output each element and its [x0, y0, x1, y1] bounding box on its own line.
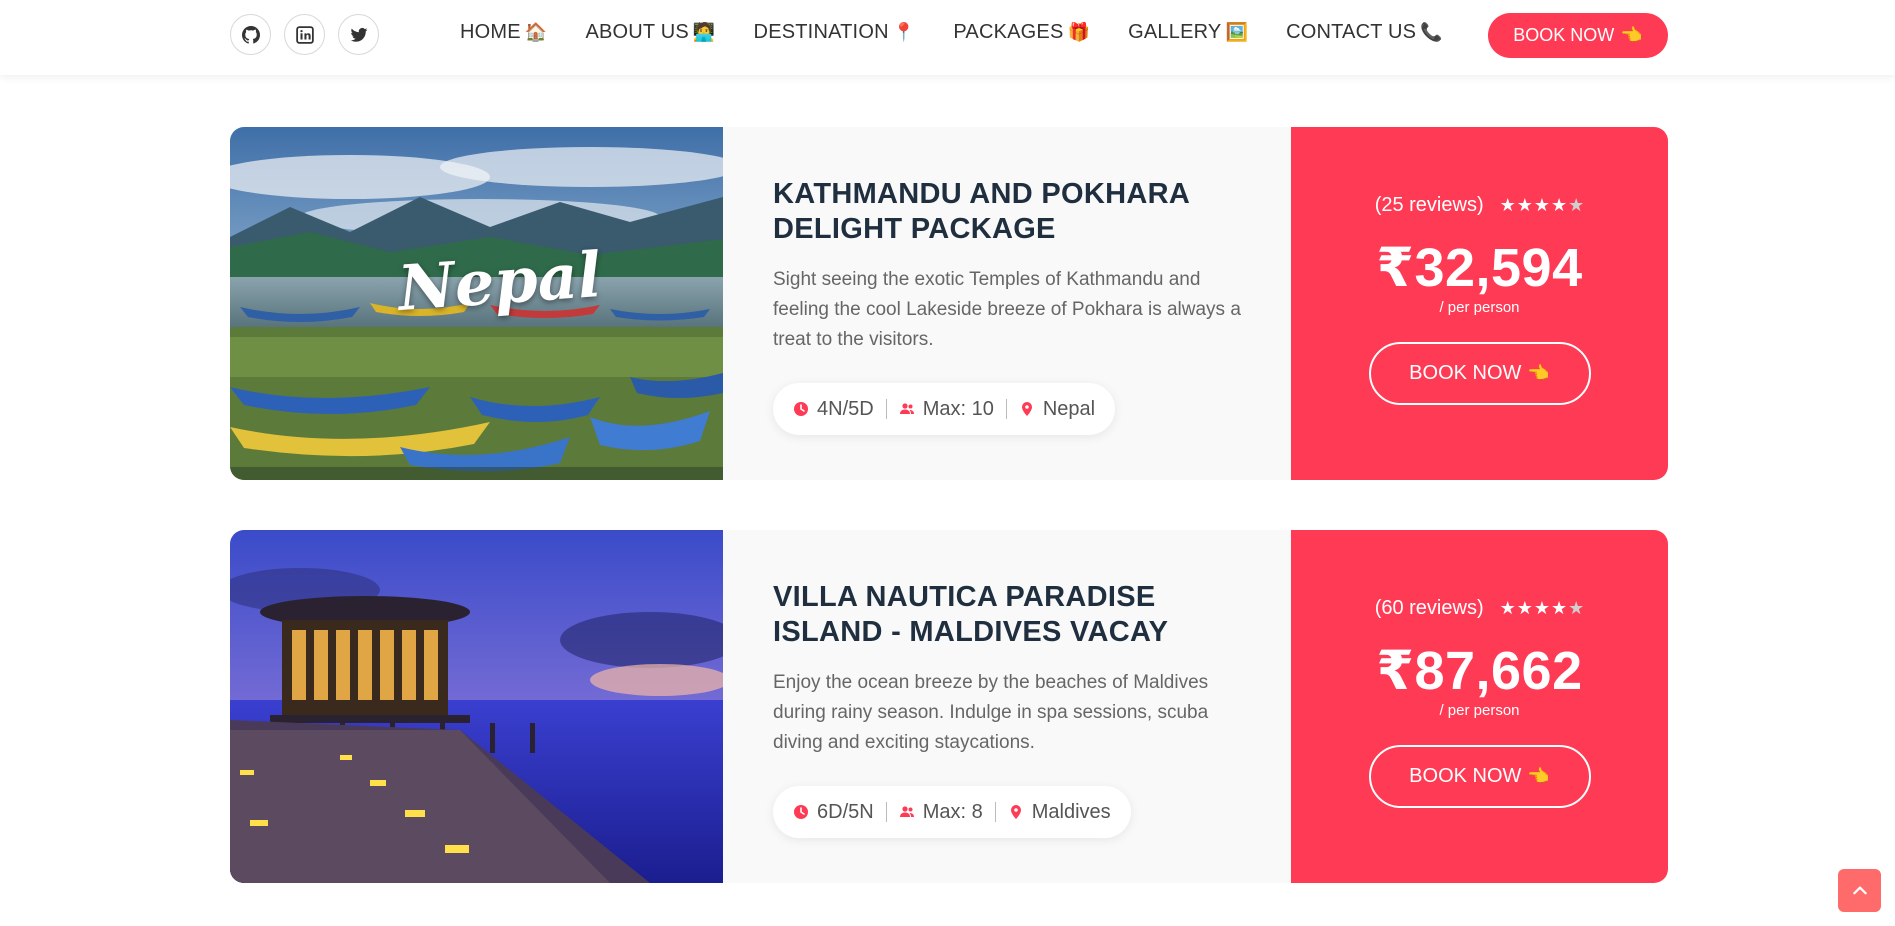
max-value: Max: 10 [922, 397, 994, 420]
map-pin-icon [1010, 805, 1021, 819]
nav-destination[interactable]: DESTINATION 📍 [754, 21, 916, 44]
technologist-icon: 🧑‍💻 [692, 22, 716, 43]
star-empty-icon: ★ [1568, 598, 1585, 619]
nav-home[interactable]: HOME 🏠 [460, 21, 547, 44]
star-icon: ★ [1551, 598, 1568, 619]
star-icon: ★ [1533, 195, 1551, 216]
users-icon [899, 806, 914, 817]
pointing-hand-icon: 👈 [1527, 363, 1550, 384]
package-details: VILLA NAUTICA PARADISE ISLAND - MALDIVES… [723, 530, 1291, 883]
book-now-label: BOOK NOW [1513, 25, 1615, 45]
pointing-hand-icon: 👈 [1527, 766, 1550, 787]
clock-icon [794, 805, 808, 819]
book-now-label: BOOK NOW [1409, 362, 1522, 384]
max-people: Max: 10 [899, 398, 994, 421]
star-icon: ★ [1516, 598, 1533, 619]
package-book-now-button[interactable]: BOOK NOW 👈 [1368, 342, 1591, 405]
package-card: VILLA NAUTICA PARADISE ISLAND - MALDIVES… [230, 530, 1668, 883]
nav-packages[interactable]: PACKAGES 🎁 [953, 21, 1090, 44]
nav-menu: HOME 🏠 ABOUT US 🧑‍💻 DESTINATION 📍 PACKAGES 🎁… [460, 21, 1443, 44]
book-now-button[interactable]: BOOK NOW 👈 [1488, 13, 1668, 58]
star-icon: ★ [1533, 598, 1551, 619]
star-icon: ★ [1499, 195, 1516, 216]
package-meta: 4N/5D Max: 10 Nepal [773, 383, 1116, 435]
max-people: Max: 8 [899, 801, 983, 824]
nav-label: HOME [460, 21, 521, 43]
reviews-count: (25 reviews) [1374, 194, 1484, 216]
package-title: KATHMANDU AND POKHARA DELIGHT PACKAGE [773, 178, 1190, 245]
package-pricing: (60 reviews) ★ ★ ★ ★ ★ ₹87,662 / per per… [1291, 530, 1668, 883]
star-icon: ★ [1551, 195, 1568, 216]
star-empty-icon: ★ [1568, 195, 1585, 216]
package-meta: 6D/5N Max: 8 Maldives [773, 786, 1131, 838]
divider [885, 802, 887, 822]
gift-icon: 🎁 [1067, 22, 1091, 43]
star-rating: ★ ★ ★ ★ ★ [1500, 195, 1585, 216]
divider [1005, 399, 1007, 419]
duration: 4N/5D [793, 398, 874, 421]
package-description: Enjoy the ocean breeze by the beaches of… [773, 672, 1209, 753]
github-icon [241, 25, 260, 44]
duration: 6D/5N [793, 801, 874, 824]
star-icon: ★ [1516, 195, 1533, 216]
package-title: VILLA NAUTICA PARADISE ISLAND - MALDIVES… [773, 581, 1169, 648]
twitter-icon [350, 27, 367, 42]
divider [994, 802, 996, 822]
scroll-to-top-button[interactable] [1838, 869, 1881, 912]
divider [885, 399, 887, 419]
twitter-link[interactable] [338, 14, 379, 55]
duration-value: 4N/5D [817, 397, 874, 420]
max-value: Max: 8 [922, 800, 983, 823]
picture-icon: 🖼️ [1225, 22, 1249, 43]
package-details: KATHMANDU AND POKHARA DELIGHT PACKAGE Si… [723, 127, 1291, 480]
location-value: Maldives [1031, 800, 1111, 823]
package-price: ₹32,594 [1376, 238, 1583, 298]
reviews-count: (60 reviews) [1374, 597, 1484, 619]
nav-label: CONTACT US [1286, 21, 1417, 43]
star-icon: ★ [1499, 598, 1516, 619]
star-rating: ★ ★ ★ ★ ★ [1500, 598, 1585, 619]
price-unit: / per person [1439, 702, 1520, 719]
package-description: Sight seeing the exotic Temples of Kathm… [773, 269, 1241, 350]
maldives-villa-image [230, 530, 723, 883]
users-icon [899, 403, 914, 414]
nav-label: DESTINATION [753, 21, 889, 43]
pointing-hand-icon: 👈 [1620, 25, 1643, 46]
nav-label: GALLERY [1128, 21, 1222, 43]
github-link[interactable] [230, 14, 271, 55]
package-image-maldives [230, 530, 723, 883]
package-card: Nepal KATHMANDU AND POKHARA DELIGHT PACK… [230, 127, 1668, 480]
nepal-overlay-text: Nepal [395, 238, 604, 325]
price-unit: / per person [1439, 299, 1520, 316]
package-image-nepal: Nepal [230, 127, 723, 480]
reviews-row: (60 reviews) ★ ★ ★ ★ ★ [1291, 597, 1668, 620]
home-icon: 🏠 [524, 22, 548, 43]
book-now-label: BOOK NOW [1409, 765, 1522, 787]
navbar: HOME 🏠 ABOUT US 🧑‍💻 DESTINATION 📍 PACKAGES 🎁… [0, 0, 1895, 75]
package-book-now-button[interactable]: BOOK NOW 👈 [1368, 745, 1591, 808]
linkedin-link[interactable] [284, 14, 325, 55]
reviews-row: (25 reviews) ★ ★ ★ ★ ★ [1291, 194, 1668, 217]
nav-contact-us[interactable]: CONTACT US 📞 [1286, 21, 1443, 44]
location-value: Nepal [1042, 397, 1096, 420]
phone-icon: 📞 [1420, 22, 1443, 43]
duration-value: 6D/5N [817, 800, 874, 823]
location: Nepal [1019, 398, 1095, 421]
nav-label: PACKAGES [953, 21, 1064, 43]
nav-label: ABOUT US [585, 21, 689, 43]
clock-icon [794, 402, 808, 416]
linkedin-icon [295, 25, 314, 44]
package-price: ₹87,662 [1376, 641, 1583, 701]
location: Maldives [1008, 801, 1111, 824]
social-links [230, 14, 379, 55]
nav-gallery[interactable]: GALLERY 🖼️ [1128, 21, 1248, 44]
package-pricing: (25 reviews) ★ ★ ★ ★ ★ ₹32,594 / per per… [1291, 127, 1668, 480]
map-pin-icon [1021, 402, 1032, 416]
nav-about-us[interactable]: ABOUT US 🧑‍💻 [585, 21, 715, 44]
pin-icon: 📍 [892, 22, 916, 43]
chevron-up-icon [1852, 886, 1867, 894]
